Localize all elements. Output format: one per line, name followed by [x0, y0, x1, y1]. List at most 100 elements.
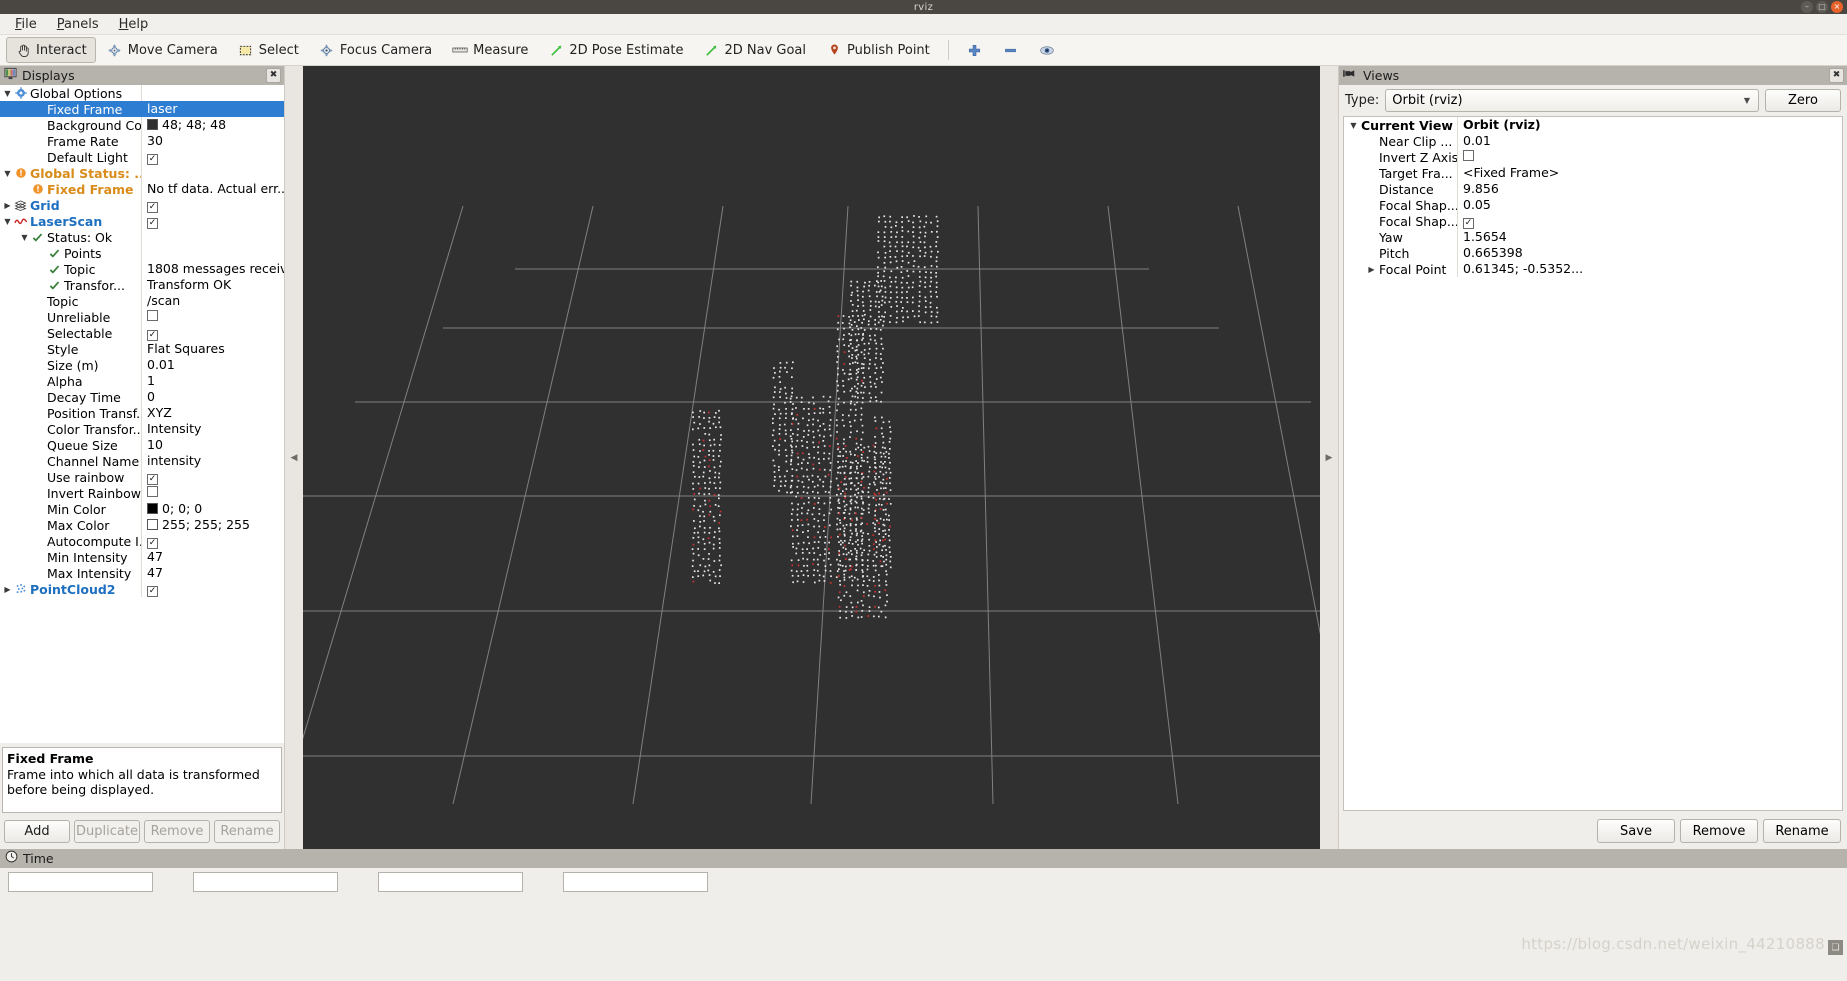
tool-2d-pose-estimate[interactable]: 2D Pose Estimate	[539, 37, 692, 63]
view-row-near-clip[interactable]: Near Clip ... 0.01	[1344, 133, 1842, 149]
view-row-focal-shap[interactable]: Focal Shap... 0.05	[1344, 197, 1842, 213]
remove-display-button[interactable]: Remove	[144, 820, 210, 843]
display-row-value[interactable]	[141, 229, 284, 245]
display-row-value[interactable]: 47	[141, 565, 284, 581]
view-row-pitch[interactable]: Pitch 0.665398	[1344, 245, 1842, 261]
display-row-position-transf[interactable]: Position Transf... XYZ	[0, 405, 284, 421]
checkbox-unchecked-icon[interactable]	[147, 310, 158, 321]
display-row-value[interactable]: 48; 48; 48	[141, 117, 284, 133]
display-row-background-color[interactable]: Background Color48; 48; 48	[0, 117, 284, 133]
display-row-invert-rainbow[interactable]: Invert Rainbow	[0, 485, 284, 501]
remove-view-button[interactable]: Remove	[1680, 819, 1758, 843]
display-row-value[interactable]	[141, 85, 284, 101]
tool-publish-point[interactable]: Publish Point	[817, 37, 939, 63]
display-row-global-status[interactable]: Global Status: ...	[0, 165, 284, 181]
view-row-value[interactable]	[1457, 149, 1842, 165]
view-row-value[interactable]: 1.5654	[1457, 229, 1842, 245]
display-row-max-color[interactable]: Max Color 255; 255; 255	[0, 517, 284, 533]
rename-display-button[interactable]: Rename	[214, 820, 280, 843]
display-row-frame-rate[interactable]: Frame Rate 30	[0, 133, 284, 149]
displays-tree[interactable]: Global OptionsFixed FramelaserBackground…	[0, 85, 284, 743]
display-row-value[interactable]: 0; 0; 0	[141, 501, 284, 517]
menu-file[interactable]: File	[6, 15, 46, 34]
view-row-value[interactable]: ✓	[1457, 213, 1842, 229]
display-row-value[interactable]: ✓	[141, 213, 284, 229]
wall-elapsed-field[interactable]	[563, 872, 708, 892]
display-row-default-light[interactable]: Default Light ✓	[0, 149, 284, 165]
expand-down-icon[interactable]	[2, 89, 13, 98]
display-row-topic[interactable]: Topic 1808 messages receiv...	[0, 261, 284, 277]
display-row-value[interactable]: ✓	[141, 581, 284, 597]
display-row-value[interactable]: Intensity	[141, 421, 284, 437]
ros-elapsed-field[interactable]	[193, 872, 338, 892]
display-row-points[interactable]: Points	[0, 245, 284, 261]
view-row-distance[interactable]: Distance 9.856	[1344, 181, 1842, 197]
view-row-current-view[interactable]: Current ViewOrbit (rviz)	[1344, 117, 1842, 133]
display-row-min-color[interactable]: Min Color 0; 0; 0	[0, 501, 284, 517]
display-row-autocompute-i[interactable]: Autocompute I... ✓	[0, 533, 284, 549]
display-row-topic[interactable]: Topic/scan	[0, 293, 284, 309]
display-row-laserscan[interactable]: LaserScan✓	[0, 213, 284, 229]
tool-interact[interactable]: Interact	[6, 37, 96, 63]
close-button[interactable]: ×	[1831, 1, 1843, 13]
display-row-transfor[interactable]: Transfor... Transform OK	[0, 277, 284, 293]
tool-visibility-eye[interactable]	[1030, 37, 1064, 63]
save-view-button[interactable]: Save	[1597, 819, 1675, 843]
display-row-value[interactable]	[141, 245, 284, 261]
display-row-style[interactable]: Style Flat Squares	[0, 341, 284, 357]
checkbox-checked-icon[interactable]: ✓	[147, 202, 158, 213]
display-row-value[interactable]: ✓	[141, 325, 284, 341]
maximize-button[interactable]: □	[1816, 1, 1828, 13]
display-row-size-m[interactable]: Size (m) 0.01	[0, 357, 284, 373]
tool-select[interactable]: Select	[229, 37, 308, 63]
expand-down-icon[interactable]	[2, 169, 13, 178]
display-row-pointcloud2[interactable]: PointCloud2 ✓	[0, 581, 284, 597]
display-row-decay-time[interactable]: Decay Time 0	[0, 389, 284, 405]
right-splitter-handle[interactable]: ▶	[1320, 66, 1338, 849]
checkbox-unchecked-icon[interactable]	[1463, 150, 1474, 161]
view-row-value[interactable]: Orbit (rviz)	[1457, 117, 1842, 133]
view-row-focal-shap[interactable]: Focal Shap... ✓	[1344, 213, 1842, 229]
display-row-selectable[interactable]: Selectable ✓	[0, 325, 284, 341]
checkbox-unchecked-icon[interactable]	[147, 486, 158, 497]
checkbox-checked-icon[interactable]: ✓	[147, 538, 158, 549]
duplicate-button[interactable]: Duplicate	[74, 820, 140, 843]
display-row-alpha[interactable]: Alpha 1	[0, 373, 284, 389]
display-row-value[interactable]: 30	[141, 133, 284, 149]
display-row-value[interactable]: 255; 255; 255	[141, 517, 284, 533]
display-row-value[interactable]: Flat Squares	[141, 341, 284, 357]
checkbox-checked-icon[interactable]: ✓	[1463, 218, 1474, 229]
display-row-min-intensity[interactable]: Min Intensity 47	[0, 549, 284, 565]
display-row-value[interactable]: XYZ	[141, 405, 284, 421]
expand-right-icon[interactable]	[1366, 265, 1377, 274]
display-row-value[interactable]: ✓	[141, 197, 284, 213]
display-row-value[interactable]	[141, 485, 284, 501]
display-row-unreliable[interactable]: Unreliable	[0, 309, 284, 325]
display-row-color-transfor[interactable]: Color Transfor... Intensity	[0, 421, 284, 437]
expand-right-icon[interactable]	[2, 585, 13, 594]
display-row-value[interactable]: 1808 messages receiv...	[141, 261, 284, 277]
zero-button[interactable]: Zero	[1765, 89, 1841, 112]
tool-move-camera[interactable]: Move Camera	[98, 37, 227, 63]
display-row-grid[interactable]: Grid ✓	[0, 197, 284, 213]
display-row-fixed-frame[interactable]: Fixed Frame No tf data. Actual err...	[0, 181, 284, 197]
checkbox-checked-icon[interactable]: ✓	[147, 154, 158, 165]
display-row-value[interactable]: 47	[141, 549, 284, 565]
view-row-value[interactable]: 0.61345; -0.5352...	[1457, 261, 1842, 277]
view-type-select[interactable]: Orbit (rviz) ▼	[1385, 89, 1759, 112]
display-row-value[interactable]: laser	[141, 101, 284, 117]
view-row-invert-z-axis[interactable]: Invert Z Axis	[1344, 149, 1842, 165]
render-view-3d[interactable]	[303, 66, 1320, 849]
tool-add-plus[interactable]	[958, 37, 992, 63]
tool-2d-nav-goal[interactable]: 2D Nav Goal	[694, 37, 815, 63]
display-row-fixed-frame[interactable]: Fixed Frame laser	[0, 101, 284, 117]
checkbox-checked-icon[interactable]: ✓	[147, 474, 158, 485]
display-row-value[interactable]: /scan	[141, 293, 284, 309]
display-row-value[interactable]: Transform OK	[141, 277, 284, 293]
display-row-value[interactable]: 10	[141, 437, 284, 453]
display-row-value[interactable]	[141, 309, 284, 325]
rename-view-button[interactable]: Rename	[1763, 819, 1841, 843]
display-row-queue-size[interactable]: Queue Size 10	[0, 437, 284, 453]
display-row-value[interactable]: 1	[141, 373, 284, 389]
views-tree[interactable]: Current ViewOrbit (rviz)Near Clip ...0.0…	[1343, 116, 1843, 811]
